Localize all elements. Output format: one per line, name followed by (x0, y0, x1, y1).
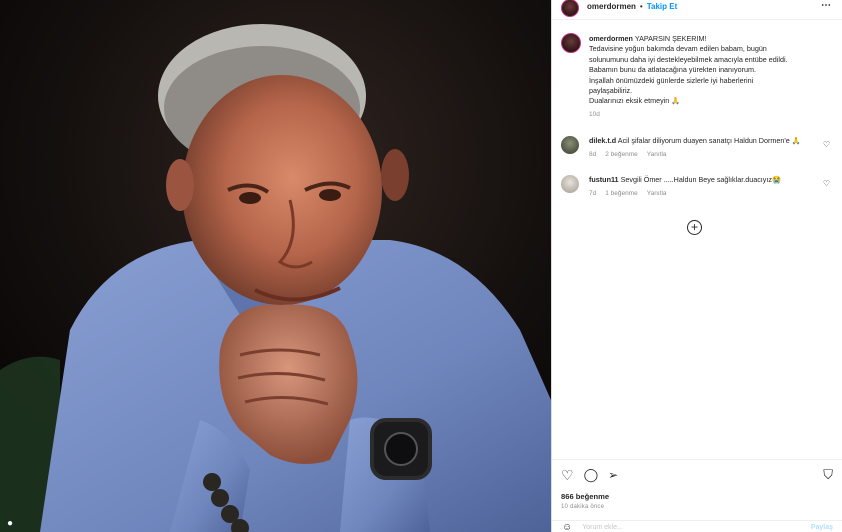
comment-reply-button[interactable]: Yanıtla (647, 189, 667, 199)
likes-count[interactable]: 866 beğenme (561, 492, 833, 501)
more-options-icon[interactable]: ⋯ (821, 0, 832, 11)
comment-text: Acil şifalar diliyorum duayen sanatçı Ha… (617, 136, 801, 146)
caption-line-1: YAPARSIN ŞEKERIM! (634, 34, 707, 43)
post-photo[interactable]: ● (0, 0, 551, 532)
comment-meta: 8d 2 beğenme Yanıtla (589, 150, 811, 160)
separator-dot: • (639, 2, 643, 11)
caption-line-2: Tedavisine yoğun bakımda devam edilen ba… (589, 44, 767, 54)
post-caption: omerdormen YAPARSIN ŞEKERIM! Tedavisine … (552, 20, 842, 120)
caption-body: omerdormen YAPARSIN ŞEKERIM! Tedavisine … (589, 34, 788, 120)
comment-reply-button[interactable]: Yanıtla (647, 150, 667, 160)
action-icons: ♡ ◯ ➢ ⛉ (561, 467, 833, 483)
caption-username[interactable]: omerdormen (589, 34, 633, 43)
comment-avatar[interactable] (561, 175, 579, 194)
post-header: omerdormen • Takip Et ⋯ (552, 0, 842, 20)
follow-button[interactable]: Takip Et (647, 2, 678, 11)
save-icon[interactable]: ⛉ (823, 467, 833, 483)
author-avatar[interactable] (561, 0, 579, 17)
comment-username[interactable]: dilek.t.d (589, 136, 616, 145)
share-icon[interactable]: ➢ (608, 467, 618, 483)
user-tag-icon[interactable]: ● (4, 518, 16, 530)
emoji-icon[interactable]: ☺ (562, 522, 572, 532)
post-time-ago: 10 dakika önce (561, 504, 605, 510)
comment-time[interactable]: 8d (589, 150, 596, 160)
comment-time[interactable]: 7d (589, 189, 596, 199)
comment-likes[interactable]: 1 beğenme (605, 189, 638, 199)
comment-text: Sevgili Ömer .....Haldun Beye sağlıklar.… (620, 175, 781, 185)
comment-icon[interactable]: ◯ (584, 467, 599, 483)
comment-item: dilek.t.d Acil şifalar diliyorum duayen … (552, 136, 842, 160)
post-actions: ♡ ◯ ➢ ⛉ 866 beğenme 10 dakika önce (552, 459, 842, 510)
caption-line-4: Babamın bunu da atlatacağına yürekten in… (589, 65, 757, 75)
comment-like-icon[interactable]: ♡ (823, 179, 830, 188)
caption-line-5: İnşallah önümüzdeki günlerde sizlerle iy… (589, 75, 754, 85)
post-sidebar: omerdormen • Takip Et ⋯ omerdormen YAPAR… (551, 0, 842, 532)
caption-avatar[interactable] (561, 33, 581, 53)
comment-input[interactable]: Yorum ekle... (582, 524, 623, 531)
add-comment-bar: ☺ Yorum ekle... Paylaş (552, 520, 842, 532)
caption-line-7: Dualarınızı eksik etmeyin 🙏 (589, 96, 681, 106)
comment-likes[interactable]: 2 beğenme (605, 150, 638, 160)
portrait-illustration (0, 0, 551, 532)
comment-body: dilek.t.d Acil şifalar diliyorum duayen … (589, 136, 811, 160)
like-icon[interactable]: ♡ (561, 467, 574, 483)
caption-line-6: paylaşabiliriz. (589, 86, 633, 96)
comment-meta: 7d 1 beğenme Yanıtla (589, 189, 811, 199)
comment-like-icon[interactable]: ♡ (823, 140, 830, 149)
caption-time[interactable]: 10d (589, 110, 788, 120)
post-comment-button[interactable]: Paylaş (811, 524, 833, 531)
load-more-comments-icon[interactable]: + (687, 220, 702, 235)
comment-username[interactable]: fustun11 (589, 175, 619, 184)
caption-line-3: solunumunu daha iyi destekleyebilmek ama… (589, 54, 788, 64)
author-username[interactable]: omerdormen (587, 2, 636, 11)
comment-body: fustun11 Sevgili Ömer .....Haldun Beye s… (589, 175, 811, 199)
comment-item: fustun11 Sevgili Ömer .....Haldun Beye s… (552, 175, 842, 199)
comment-avatar[interactable] (561, 136, 579, 155)
